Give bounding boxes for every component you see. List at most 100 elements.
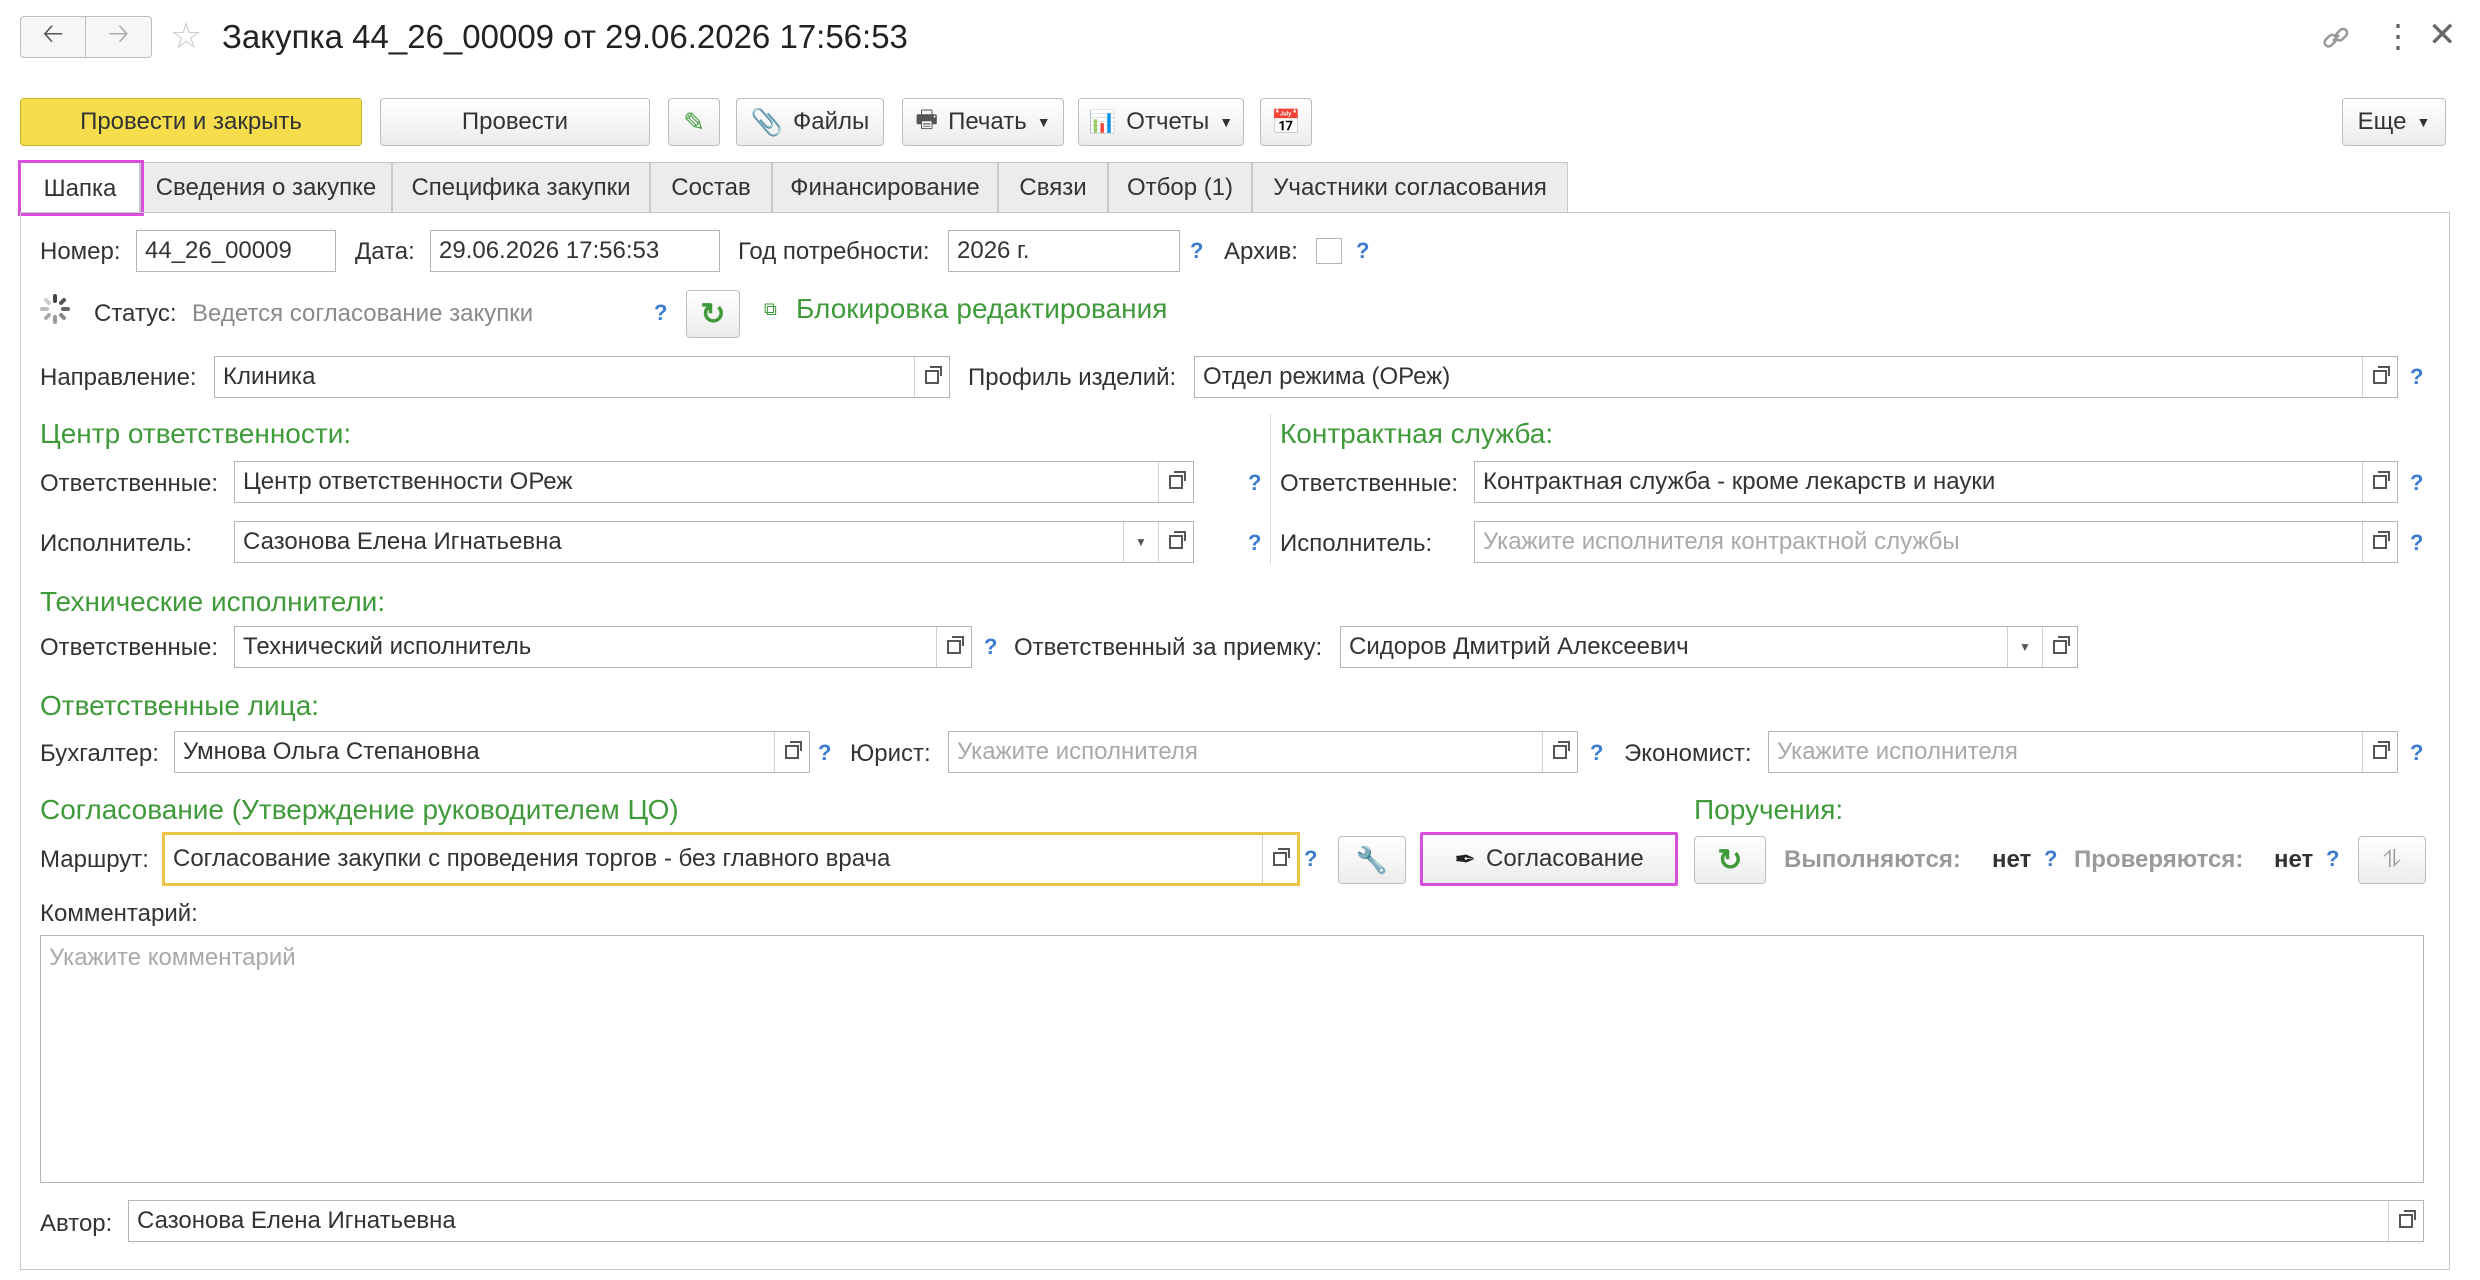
tech-responsible-field[interactable]: Технический исполнитель	[234, 626, 972, 668]
tab-label: Специфика закупки	[411, 173, 631, 201]
cs-responsible-field[interactable]: Контрактная служба - кроме лекарств и на…	[1474, 461, 2398, 503]
accountant-field[interactable]: Умнова Ольга Степановна	[174, 731, 810, 773]
open-icon[interactable]	[1158, 462, 1193, 502]
open-icon[interactable]	[1262, 835, 1297, 883]
rc-executor-field[interactable]: Сазонова Елена Игнатьевна ▼	[234, 521, 1194, 563]
open-icon[interactable]	[1158, 522, 1193, 562]
help-icon[interactable]: ?	[2410, 366, 2423, 388]
rc-responsible-field[interactable]: Центр ответственности ОРеж	[234, 461, 1194, 503]
profile-field[interactable]: Отдел режима (ОРеж)	[1194, 356, 2398, 398]
post-button[interactable]: Провести	[380, 98, 650, 146]
technical-title: Технические исполнители:	[40, 586, 386, 617]
open-icon[interactable]	[2042, 627, 2077, 667]
assignment-action-button[interactable]: ⥮	[2358, 836, 2426, 884]
lawyer-field[interactable]: Укажите исполнителя	[948, 731, 1578, 773]
rc-executor-label: Исполнитель:	[40, 530, 193, 557]
open-icon[interactable]	[2362, 462, 2397, 502]
forward-arrow-icon: 🡢	[107, 18, 130, 48]
tab-financing[interactable]: Финансирование	[772, 162, 998, 212]
post-and-close-button[interactable]: Провести и закрыть	[20, 98, 362, 146]
tab-approval-participants[interactable]: Участники согласования	[1252, 162, 1568, 212]
tab-links[interactable]: Связи	[998, 162, 1108, 212]
tab-purchase-specifics[interactable]: Специфика закупки	[392, 162, 650, 212]
edit-lock-link[interactable]: Блокировка редактирования	[796, 295, 1167, 323]
author-field[interactable]: Сазонова Елена Игнатьевна	[128, 1200, 2424, 1242]
economist-field[interactable]: Укажите исполнителя	[1768, 731, 2398, 773]
help-icon[interactable]: ?	[2044, 848, 2057, 870]
help-icon[interactable]: ?	[1248, 532, 1261, 554]
help-icon[interactable]: ?	[2410, 532, 2423, 554]
route-settings-button[interactable]: 🔧	[1338, 836, 1406, 884]
printer-icon: 🖶	[915, 105, 939, 133]
open-icon[interactable]	[1542, 732, 1577, 772]
lawyer-placeholder: Укажите исполнителя	[957, 738, 1198, 765]
help-icon[interactable]: ?	[1356, 240, 1369, 262]
open-icon[interactable]	[914, 357, 949, 397]
help-icon[interactable]: ?	[1304, 848, 1317, 870]
back-arrow-icon: 🡠	[42, 18, 64, 48]
tab-label: Сведения о закупке	[155, 173, 377, 201]
chevron-down-icon[interactable]: ▼	[2007, 627, 2042, 667]
more-vertical-icon[interactable]: ⋮	[2382, 20, 2414, 52]
route-field[interactable]: Согласование закупки с проведения торгов…	[162, 832, 1300, 886]
tab-filter[interactable]: Отбор (1)	[1108, 162, 1252, 212]
help-icon[interactable]: ?	[2410, 472, 2423, 494]
open-icon[interactable]	[2362, 522, 2397, 562]
acceptance-label: Ответственный за приемку:	[1014, 634, 1323, 661]
edit-button[interactable]: ✎	[668, 98, 720, 146]
help-icon[interactable]: ?	[2326, 848, 2339, 870]
approval-button-label: Согласование	[1486, 845, 1644, 872]
open-icon[interactable]	[2362, 357, 2397, 397]
cs-responsible-label: Ответственные:	[1280, 470, 1459, 497]
tab-label: Отбор (1)	[1126, 173, 1234, 201]
approval-title: Согласование (Утверждение руководителем …	[40, 794, 679, 825]
approval-button[interactable]: ✒ Согласование	[1420, 832, 1678, 886]
assignments-title: Поручения:	[1694, 794, 1844, 825]
number-field[interactable]: 44_26_00009	[136, 230, 336, 272]
active-tab-highlight	[18, 160, 144, 216]
open-icon[interactable]	[936, 627, 971, 667]
print-button[interactable]: 🖶 Печать ▼	[902, 98, 1064, 146]
reports-label: Отчеты	[1126, 108, 1210, 135]
forward-button[interactable]: 🡢	[86, 16, 152, 58]
help-icon[interactable]: ?	[818, 742, 831, 764]
chevron-down-icon[interactable]: ▼	[1123, 522, 1158, 562]
status-value: Ведется согласование закупки	[192, 300, 534, 327]
open-icon[interactable]	[2362, 732, 2397, 772]
rc-responsible-value: Центр ответственности ОРеж	[243, 468, 573, 495]
open-icon[interactable]	[774, 732, 809, 772]
chevron-down-icon: ▼	[1036, 114, 1051, 130]
tab-purchase-info[interactable]: Сведения о закупке	[140, 162, 392, 212]
link-icon[interactable]	[2320, 22, 2352, 54]
document-history-button[interactable]: 📅	[1260, 98, 1312, 146]
files-label: Файлы	[793, 108, 870, 135]
help-icon[interactable]: ?	[1590, 742, 1603, 764]
help-icon[interactable]: ?	[654, 302, 667, 324]
cs-executor-label: Исполнитель:	[1280, 530, 1433, 557]
refresh-status-button[interactable]: ↻	[686, 290, 740, 338]
persons-title: Ответственные лица:	[40, 690, 320, 721]
help-icon[interactable]: ?	[1190, 240, 1203, 262]
tab-composition[interactable]: Состав	[650, 162, 772, 212]
year-field[interactable]: 2026 г.	[948, 230, 1180, 272]
star-icon[interactable]: ☆	[170, 18, 202, 54]
direction-field[interactable]: Клиника	[214, 356, 950, 398]
more-button[interactable]: Еще ▼	[2342, 98, 2446, 146]
acceptance-value: Сидоров Дмитрий Алексеевич	[1349, 633, 1689, 660]
refresh-assignments-button[interactable]: ↻	[1694, 836, 1766, 884]
cs-executor-field[interactable]: Укажите исполнителя контрактной службы	[1474, 521, 2398, 563]
acceptance-field[interactable]: Сидоров Дмитрий Алексеевич ▼	[1340, 626, 2078, 668]
date-field[interactable]: 29.06.2026 17:56:53	[430, 230, 720, 272]
open-icon[interactable]	[2388, 1201, 2423, 1241]
help-icon[interactable]: ?	[984, 636, 997, 658]
close-icon[interactable]: ✕	[2428, 18, 2457, 52]
help-icon[interactable]: ?	[2410, 742, 2423, 764]
tech-responsible-label: Ответственные:	[40, 634, 219, 661]
help-icon[interactable]: ?	[1248, 472, 1261, 494]
comment-textarea[interactable]: Укажите комментарий	[40, 935, 2424, 1183]
reports-button[interactable]: 📊 Отчеты ▼	[1078, 98, 1244, 146]
files-button[interactable]: 📎 Файлы	[736, 98, 884, 146]
archive-checkbox[interactable]	[1316, 238, 1342, 264]
more-label: Еще	[2357, 108, 2407, 135]
back-button[interactable]: 🡠	[20, 16, 86, 58]
